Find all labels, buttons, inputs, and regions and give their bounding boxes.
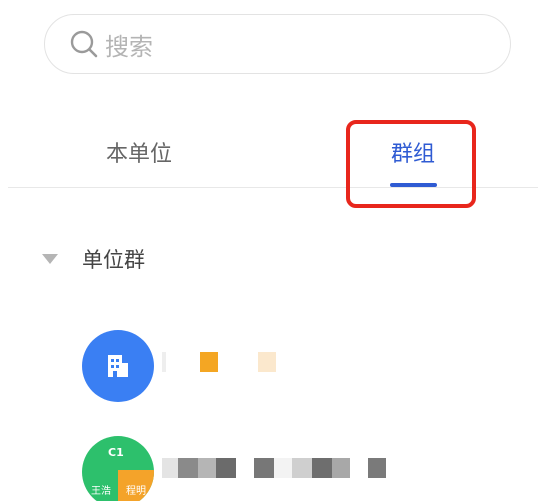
- avatar-code: C1: [108, 446, 124, 459]
- avatar-member-name: 王浩: [91, 485, 111, 497]
- blurred-group-name: [162, 458, 386, 478]
- group-list-item[interactable]: [82, 330, 502, 402]
- group-list-item[interactable]: C1 王浩 程明: [82, 436, 502, 501]
- caret-down-icon: [42, 250, 60, 268]
- blurred-group-name: [162, 352, 276, 372]
- group-avatar: C1 王浩 程明: [82, 436, 154, 501]
- search-input[interactable]: 搜索: [44, 14, 511, 74]
- building-icon: [82, 330, 154, 402]
- search-placeholder: 搜索: [105, 32, 153, 61]
- tab-this-unit[interactable]: 本单位: [106, 136, 172, 204]
- search-icon: [67, 27, 101, 61]
- highlight-annotation: [346, 120, 476, 208]
- section-header-unit-groups[interactable]: 单位群: [42, 244, 145, 274]
- avatar-member-name: 程明: [118, 470, 154, 501]
- section-title: 单位群: [82, 248, 145, 272]
